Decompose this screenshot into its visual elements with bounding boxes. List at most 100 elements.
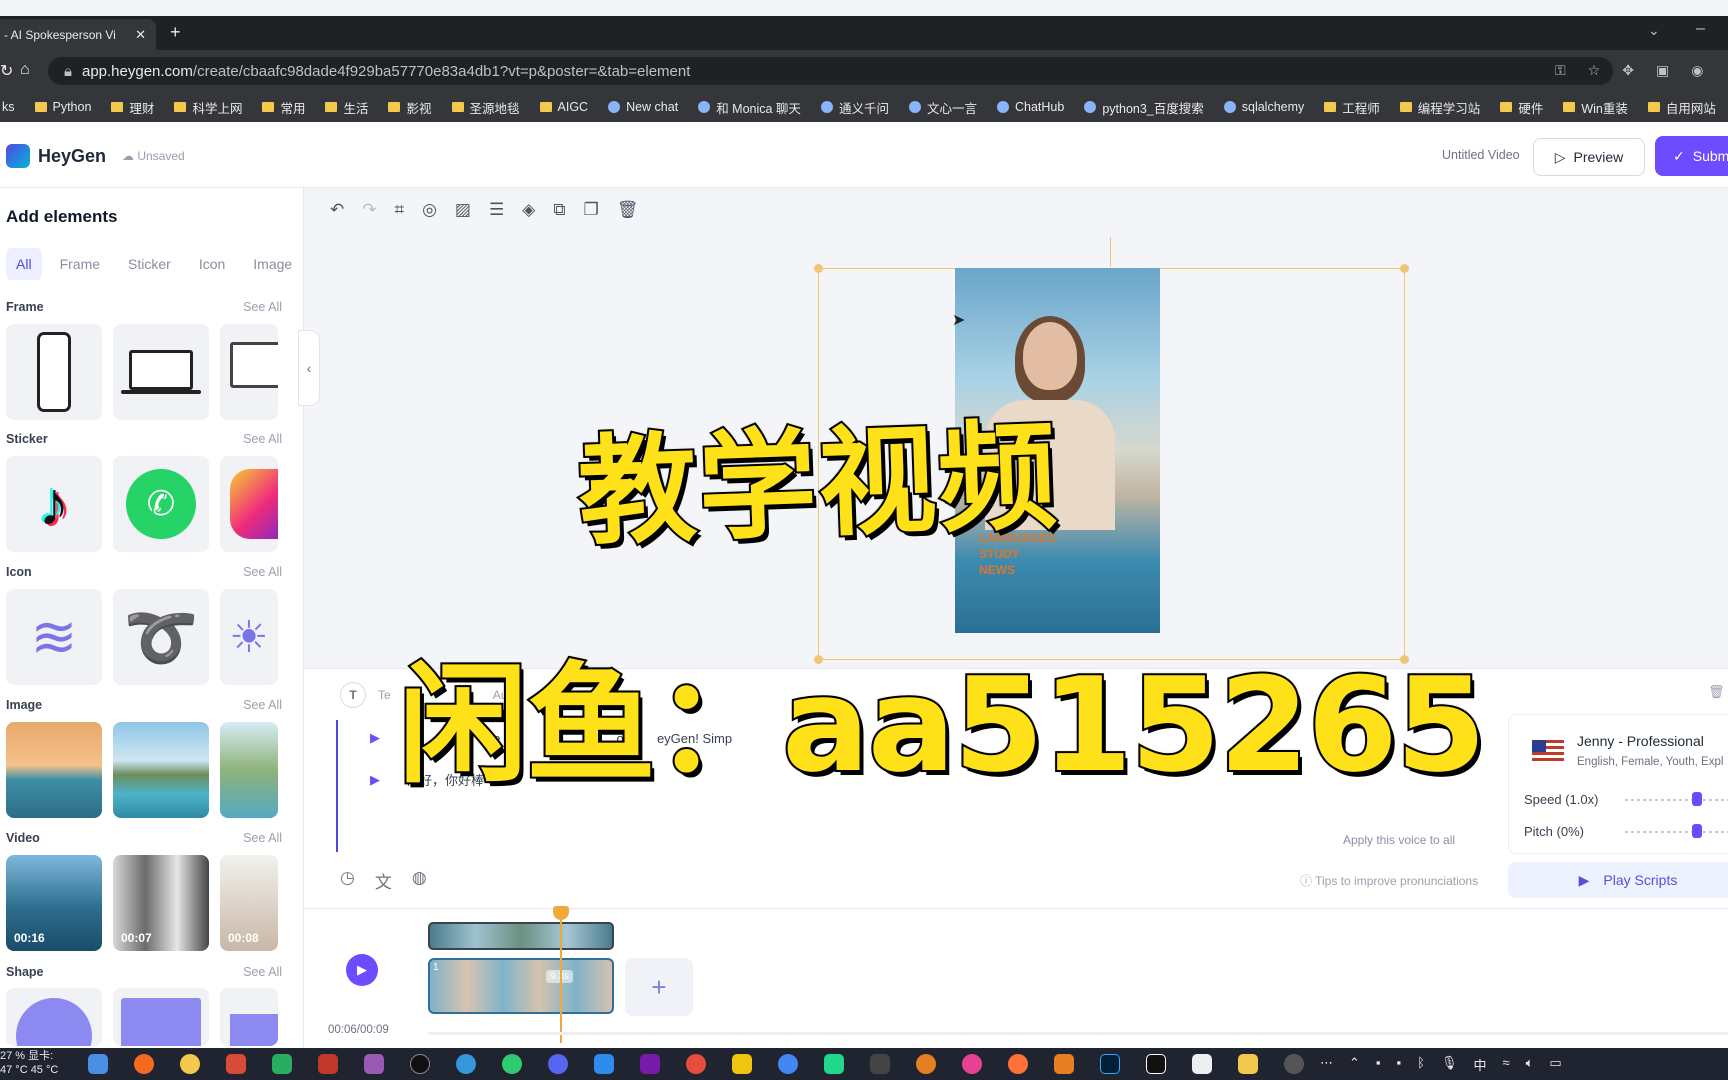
bookmark-item[interactable]: 通义千问 (820, 98, 889, 117)
home-icon[interactable]: ⌂ (20, 61, 30, 79)
background-clip[interactable] (428, 922, 614, 950)
tab-sticker[interactable]: Sticker (118, 248, 181, 280)
voice-settings-icon[interactable]: ◍ (412, 868, 427, 893)
video-thumb[interactable]: 00:07 (113, 855, 209, 951)
crop-icon[interactable]: ⌗ (395, 200, 405, 220)
bookmark-item[interactable]: 硬件 (1500, 98, 1543, 117)
wechat-icon[interactable] (502, 1054, 522, 1074)
bookmark-item[interactable]: 文心一言 (908, 98, 977, 117)
sidebar-icon[interactable]: ▣ (1656, 62, 1669, 79)
app-icon[interactable] (1192, 1054, 1212, 1074)
redo-icon[interactable]: ↷ (362, 200, 376, 220)
ime-icon[interactable]: 中 (1473, 1055, 1486, 1074)
star-icon[interactable]: ☆ (1588, 62, 1601, 79)
bookmark-item[interactable]: AIGC (539, 100, 588, 114)
resize-handle[interactable] (814, 264, 823, 273)
undo-icon[interactable]: ↶ (330, 200, 344, 220)
see-all-link[interactable]: See All (243, 300, 282, 314)
apply-voice-all-link[interactable]: Apply this voice to all (1343, 833, 1455, 847)
app-icon[interactable] (686, 1054, 706, 1074)
collapse-panel-button[interactable]: ‹ (298, 330, 320, 406)
text-tab[interactable]: Te (378, 688, 391, 702)
reload-icon[interactable]: ↻ (0, 61, 13, 81)
onenote-icon[interactable] (640, 1054, 660, 1074)
layers-icon[interactable]: ◈ (522, 200, 535, 220)
volume-icon[interactable]: 🔈︎ (1526, 1055, 1534, 1074)
app-icon[interactable] (594, 1054, 614, 1074)
weather-app-icon[interactable] (88, 1054, 108, 1074)
app-icon[interactable] (456, 1054, 476, 1074)
file-explorer-icon[interactable] (1238, 1054, 1258, 1074)
microphone-icon[interactable]: 🎙︎ (1441, 1055, 1458, 1074)
chrome-icon[interactable] (778, 1054, 798, 1074)
mask-icon[interactable]: ◎ (422, 200, 437, 220)
app-icon[interactable] (272, 1054, 292, 1074)
resize-handle[interactable] (1400, 264, 1409, 273)
pronunciation-tips[interactable]: ⓘ Tips to improve pronunciations (1300, 872, 1478, 889)
bluetooth-icon[interactable]: ᛒ (1417, 1055, 1425, 1074)
speed-slider-thumb[interactable] (1692, 792, 1702, 806)
align-icon[interactable]: ☰ (489, 200, 504, 220)
avatar-clip[interactable]: 1 9.3s (428, 958, 614, 1014)
frame-laptop-card[interactable] (113, 324, 209, 420)
bookmark-item[interactable]: Python (34, 100, 91, 114)
bookmark-item[interactable]: python3_百度搜索 (1084, 98, 1204, 117)
address-bar[interactable]: 🔒︎ app.heygen.com/create/cbaafc98dade4f9… (48, 57, 1613, 85)
bookmark-item[interactable]: 理财 (111, 98, 154, 117)
translate-icon[interactable]: 文 (375, 868, 392, 893)
shape-rect-card[interactable] (220, 988, 278, 1046)
pitch-slider-thumb[interactable] (1692, 824, 1702, 838)
see-all-link[interactable]: See All (243, 432, 282, 446)
firefox-icon[interactable] (1008, 1054, 1028, 1074)
bookmark-item[interactable]: New chat (608, 100, 678, 114)
bookmark-item[interactable]: Win重装 (1563, 98, 1628, 117)
photoshop-icon[interactable] (1100, 1054, 1120, 1074)
shape-square-card[interactable] (113, 988, 209, 1046)
playhead[interactable] (560, 908, 562, 1043)
video-thumb[interactable]: 00:08 (220, 855, 278, 951)
sticker-instagram-card[interactable] (220, 456, 278, 552)
see-all-link[interactable]: See All (243, 698, 282, 712)
capcut-icon[interactable] (1146, 1054, 1166, 1074)
tab-frame[interactable]: Frame (50, 248, 110, 280)
bookmark-item[interactable]: 编程学习站 (1399, 98, 1480, 117)
app-icon[interactable] (1284, 1054, 1304, 1074)
pitch-slider[interactable] (1625, 831, 1728, 833)
submit-button[interactable]: ✓Submi (1655, 136, 1728, 176)
sticker-whatsapp-card[interactable]: ✆ (113, 456, 209, 552)
sticker-tiktok-card[interactable]: ♪ (6, 456, 102, 552)
icon-sunrise-card[interactable]: ☀ (220, 589, 278, 685)
app-icon[interactable] (226, 1054, 246, 1074)
wifi-icon[interactable]: ≈ (1502, 1055, 1509, 1074)
image-thumb[interactable] (113, 722, 209, 818)
duplicate-icon[interactable]: ⧉ (553, 200, 565, 220)
preview-button[interactable]: ▷ Preview (1533, 138, 1645, 176)
tray-app-icon[interactable]: ▪ (1397, 1055, 1402, 1074)
tab-all[interactable]: All (6, 248, 42, 280)
bookmark-item[interactable]: sqlalchemy (1223, 100, 1304, 114)
frame-monitor-card[interactable] (220, 324, 278, 420)
app-icon[interactable] (916, 1054, 936, 1074)
battery-icon[interactable]: ▭ (1549, 1055, 1561, 1074)
video-title[interactable]: Untitled Video (1442, 148, 1520, 162)
frame-phone-card[interactable] (6, 324, 102, 420)
image-thumb[interactable] (220, 722, 278, 818)
bookmark-item[interactable]: 圣源地毯 (451, 98, 520, 117)
text-icon[interactable]: T (340, 682, 366, 708)
minimize-icon[interactable]: – (1696, 20, 1705, 38)
tray-app-icon[interactable]: ▪ (1376, 1055, 1381, 1074)
opacity-icon[interactable]: ▨ (455, 200, 471, 220)
bookmark-item[interactable]: 和 Monica 聊天 (698, 98, 801, 117)
heygen-logo[interactable]: HeyGen (6, 144, 106, 168)
timeline-play-button[interactable]: ▶ (346, 954, 378, 986)
bookmark-item[interactable]: 影视 (388, 98, 432, 117)
key-icon[interactable]: ⚿ (1555, 62, 1566, 79)
bookmark-item[interactable]: 生活 (325, 98, 368, 117)
see-all-link[interactable]: See All (243, 831, 282, 845)
app-icon[interactable] (134, 1054, 154, 1074)
play-scripts-button[interactable]: ▶ Play Scripts (1508, 862, 1728, 898)
tab-search-icon[interactable]: ⌄ (1648, 22, 1660, 39)
app-icon[interactable] (732, 1054, 752, 1074)
shape-circle-card[interactable] (6, 988, 102, 1046)
qq-icon[interactable] (410, 1054, 430, 1074)
